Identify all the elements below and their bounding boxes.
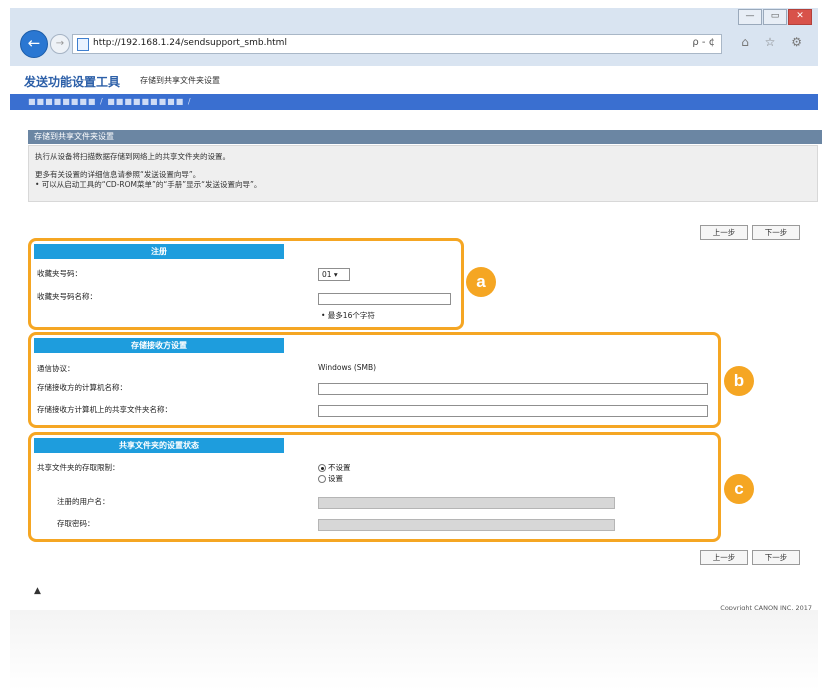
computer-name-input[interactable] xyxy=(318,383,708,395)
set-restriction-label[interactable]: 设置 xyxy=(328,473,343,484)
next-button[interactable]: 下一步 xyxy=(752,225,800,240)
protocol-value: Windows (SMB) xyxy=(318,363,377,372)
page-bottom-shade xyxy=(10,610,818,690)
computer-name-label: 存储接收方的计算机名称： xyxy=(37,383,127,392)
search-refresh-icon[interactable]: ρ - ¢ xyxy=(692,37,715,48)
browser-chrome: — ▭ ✕ ← → http://192.168.1.24/sendsuppor… xyxy=(10,8,818,67)
prev-button-bottom[interactable]: 上一步 xyxy=(700,550,748,565)
close-button[interactable]: ✕ xyxy=(788,9,812,25)
nav-bar: ■■■■■■■■ / ■■■■■■■■■ / xyxy=(10,94,818,110)
intro-line: • 可以从启动工具的“CD-ROM菜单”的“手册”显示“发送设置向导”。 xyxy=(35,180,262,189)
protocol-label: 通信协议： xyxy=(37,364,75,373)
page-title: 存储到共享文件夹设置 xyxy=(28,130,822,144)
no-restriction-radio[interactable] xyxy=(318,464,326,472)
marker-a-icon: a xyxy=(466,267,496,297)
bottom-nav-buttons: 上一步 下一步 xyxy=(696,550,800,565)
favorite-number-label: 收藏夹号码： xyxy=(37,269,82,278)
username-label: 注册的用户名： xyxy=(57,497,110,506)
main-content: 存储到共享文件夹设置 执行从设备将扫描数据存储到网络上的共享文件夹的设置。 更多… xyxy=(10,110,822,612)
intro-line: 执行从设备将扫描数据存储到网络上的共享文件夹的设置。 xyxy=(35,152,230,161)
prev-button[interactable]: 上一步 xyxy=(700,225,748,240)
app-title: 发送功能设置工具 xyxy=(24,75,121,89)
favorite-number-value: 01 xyxy=(322,270,332,279)
next-button-bottom[interactable]: 下一步 xyxy=(752,550,800,565)
access-restriction-label: 共享文件夹的存取限制： xyxy=(37,463,120,472)
folder-status-group: 共享文件夹的设置状态 共享文件夹的存取限制： 不设置 设置 注册的用户名： 存取… xyxy=(28,432,721,542)
shared-folder-label: 存储接收方计算机上的共享文件夹名称： xyxy=(37,405,172,414)
password-input[interactable] xyxy=(318,519,615,531)
destination-group: 存储接收方设置 通信协议： Windows (SMB) 存储接收方的计算机名称：… xyxy=(28,332,721,428)
browser-window: — ▭ ✕ ← → http://192.168.1.24/sendsuppor… xyxy=(0,0,828,612)
marker-b-icon: b xyxy=(724,366,754,396)
registration-group: 注册 收藏夹号码： 01 ▾ 收藏夹号码名称： • 最多16个字符 xyxy=(28,238,464,330)
back-to-top-icon[interactable]: ▲ xyxy=(34,586,41,596)
minimize-button[interactable]: — xyxy=(738,9,762,25)
back-arrow-icon[interactable]: ← xyxy=(20,30,48,58)
favorite-name-label: 收藏夹号码名称： xyxy=(37,292,97,301)
app-header: 发送功能设置工具 存储到共享文件夹设置 xyxy=(10,66,818,94)
app-subtitle: 存储到共享文件夹设置 xyxy=(140,76,220,85)
address-bar[interactable]: http://192.168.1.24/sendsupport_smb.html… xyxy=(72,34,722,54)
set-restriction-radio[interactable] xyxy=(318,475,326,483)
username-input[interactable] xyxy=(318,497,615,509)
address-url[interactable]: http://192.168.1.24/sendsupport_smb.html xyxy=(93,38,287,48)
max-chars-hint: • 最多16个字符 xyxy=(321,311,375,320)
shared-folder-input[interactable] xyxy=(318,405,708,417)
toolbar-icons[interactable]: ⌂ ☆ ⚙ xyxy=(741,35,808,49)
intro-panel: 执行从设备将扫描数据存储到网络上的共享文件夹的设置。 更多有关设置的详细信息请参… xyxy=(28,145,818,202)
destination-header: 存储接收方设置 xyxy=(34,338,284,353)
forward-arrow-icon[interactable]: → xyxy=(50,34,70,54)
favorite-number-select[interactable]: 01 ▾ xyxy=(318,268,350,281)
page-icon xyxy=(77,38,89,51)
no-restriction-label[interactable]: 不设置 xyxy=(328,462,351,473)
window-controls: — ▭ ✕ xyxy=(737,9,812,25)
maximize-button[interactable]: ▭ xyxy=(763,9,787,25)
marker-c-icon: c xyxy=(724,474,754,504)
folder-status-header: 共享文件夹的设置状态 xyxy=(34,438,284,453)
favorite-name-input[interactable] xyxy=(318,293,451,305)
registration-header: 注册 xyxy=(34,244,284,259)
breadcrumb[interactable]: ■■■■■■■■ / ■■■■■■■■■ / xyxy=(28,97,192,106)
password-label: 存取密码： xyxy=(57,519,95,528)
top-nav-buttons: 上一步 下一步 xyxy=(696,225,800,240)
